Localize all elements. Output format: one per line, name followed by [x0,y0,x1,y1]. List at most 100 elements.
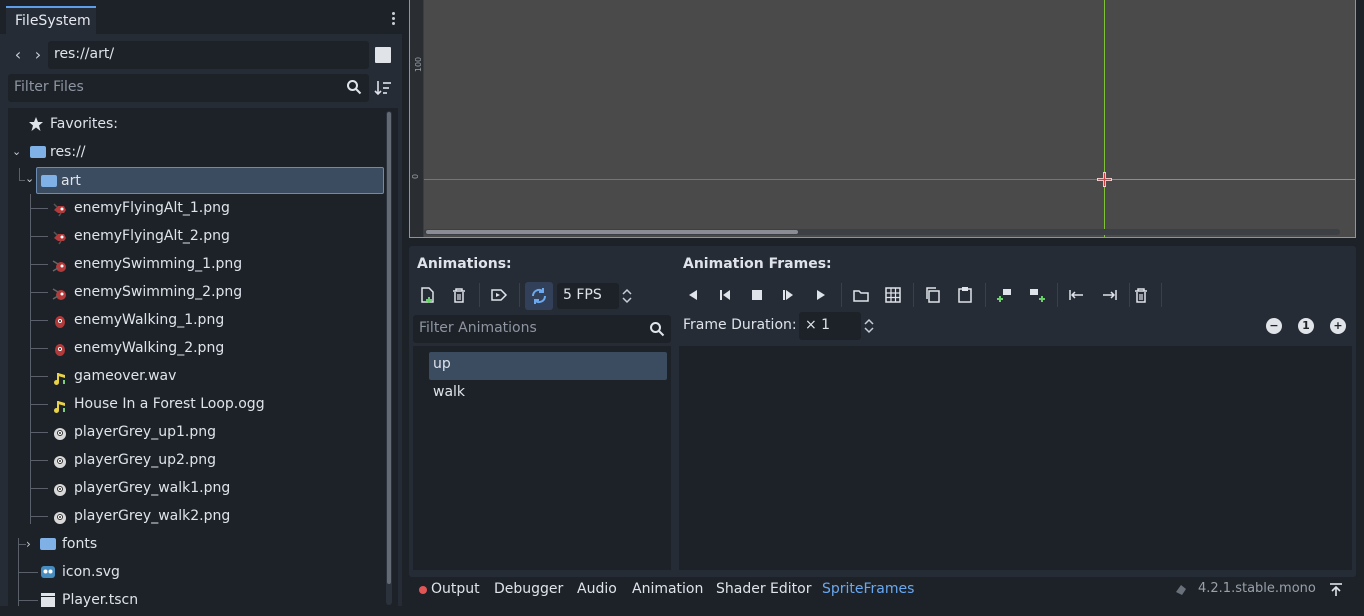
insert-after-icon [1030,289,1045,302]
viewport-h-scrollbar-thumb[interactable] [426,230,798,234]
audio-icon [52,368,68,385]
tab-filesystem[interactable]: FileSystem [6,6,96,34]
new-file-icon [421,287,434,303]
nav-back-icon[interactable]: ‹ [10,44,26,66]
trash-icon [1135,288,1147,303]
folder-icon [40,538,56,550]
frames-list[interactable] [679,346,1352,570]
tree-file-item[interactable]: enemyFlyingAlt_2.png [52,222,382,250]
path-input[interactable]: res://art/ [48,41,369,69]
tree-label: gameover.wav [74,368,177,384]
tree-file-item[interactable]: playerGrey_up2.png [52,446,382,474]
canvas-viewport[interactable] [409,0,1356,238]
zoom-in-button[interactable]: + [1330,318,1346,334]
nav-forward-icon[interactable]: › [30,44,46,66]
tree-file-item[interactable]: House In a Forest Loop.ogg [52,390,382,418]
output-error-dot [419,586,427,594]
delete-frame-button[interactable] [1130,284,1152,306]
tab-debugger[interactable]: Debugger [494,581,563,597]
zoom-reset-button[interactable]: 1 [1298,318,1314,334]
clapperboard-icon [41,593,55,607]
split-view-toggle-icon[interactable] [375,47,391,63]
filter-animations-input[interactable]: Filter Animations [413,315,671,343]
play-backwards-icon [689,290,697,300]
zoom-out-button[interactable]: − [1266,318,1282,334]
load-frames-button[interactable] [850,284,872,306]
play-start-icon [783,290,793,300]
loop-icon [531,288,547,304]
insert-frame-after-button[interactable] [1026,284,1048,306]
tree-scrollbar-thumb[interactable] [387,112,391,584]
tree-file-item[interactable]: playerGrey_up1.png [52,418,382,446]
tree-file-player-scene[interactable]: Player.tscn [40,586,380,614]
play-backwards-button[interactable] [682,284,704,306]
tab-output[interactable]: Output [431,581,480,597]
version-label: 4.2.1.stable.mono [1198,581,1316,596]
tree-label: icon.svg [62,564,120,580]
update-spinner-icon[interactable] [1174,583,1188,597]
insert-frame-before-button[interactable] [994,284,1016,306]
copy-frame-button[interactable] [922,284,944,306]
tree-file-item[interactable]: gameover.wav [52,362,382,390]
expand-panel-icon[interactable] [1328,582,1344,598]
tree-file-icon-svg[interactable]: icon.svg [40,558,380,586]
load-spritesheet-button[interactable] [882,284,904,306]
tree-file-item[interactable]: enemyWalking_1.png [52,306,382,334]
spin-arrows-icon[interactable] [863,317,875,335]
stop-icon [752,290,762,300]
x-axis-line-right [1105,179,1355,180]
tree-label: enemyWalking_2.png [74,340,225,356]
star-icon [29,117,43,131]
autoplay-button[interactable] [488,284,510,306]
play-start-backwards-icon [720,290,730,300]
animation-frames-title: Animation Frames: [683,256,832,272]
x-axis-line [424,179,1104,180]
tree-label: playerGrey_up1.png [74,424,216,440]
player-icon [52,452,68,468]
animation-item-walk[interactable]: walk [429,380,667,408]
loop-button[interactable] [525,282,553,310]
enemy-swim-icon [52,284,68,300]
tree-file-item[interactable]: playerGrey_walk2.png [52,502,382,530]
move-left-icon [1069,290,1083,300]
frame-duration-label: Frame Duration: [683,317,797,333]
tree-file-item[interactable]: enemyWalking_2.png [52,334,382,362]
tree-file-item[interactable]: enemySwimming_2.png [52,278,382,306]
filter-files-input[interactable]: Filter Files [8,74,369,102]
play-button[interactable] [810,284,832,306]
paste-frame-button[interactable] [954,284,976,306]
folder-icon [41,175,57,187]
tab-shader-editor[interactable]: Shader Editor [716,581,811,597]
tree-folder-res[interactable]: ⌄ res:// [12,138,372,166]
tree-file-item[interactable]: enemySwimming_1.png [52,250,382,278]
autoplay-icon [491,289,508,301]
fps-field[interactable]: 5 FPS [557,283,619,309]
tab-spriteframes[interactable]: SpriteFrames [822,581,914,597]
tree-file-item[interactable]: enemyFlyingAlt_1.png [52,194,382,222]
tree-favorites[interactable]: Favorites: [28,110,378,138]
sort-icon[interactable] [374,79,392,97]
chevron-down-icon[interactable]: ⌄ [12,144,28,160]
tab-audio[interactable]: Audio [577,581,617,597]
move-frame-left-button[interactable] [1066,284,1088,306]
tree-label: fonts [62,536,98,552]
play-from-start-button[interactable] [778,284,800,306]
delete-animation-button[interactable] [448,284,470,306]
animation-item-up[interactable]: up [429,352,667,380]
dock-menu-icon[interactable] [386,10,400,30]
tree-file-item[interactable]: playerGrey_walk1.png [52,474,382,502]
tab-animation[interactable]: Animation [632,581,703,597]
stop-button[interactable] [746,284,768,306]
tree-label: playerGrey_up2.png [74,452,216,468]
animations-title: Animations: [417,256,512,272]
insert-before-icon [997,289,1011,302]
tree-folder-fonts[interactable]: › fonts [24,530,374,558]
spin-arrows-icon[interactable] [621,287,633,305]
add-animation-button[interactable] [416,284,438,306]
trash-icon [453,288,465,303]
chevron-down-icon[interactable]: ⌄ [25,172,34,185]
move-frame-right-button[interactable] [1098,284,1120,306]
frame-duration-field[interactable]: × 1 [799,312,861,340]
tree-folder-art[interactable]: art [36,167,384,194]
play-backwards-from-end-button[interactable] [714,284,736,306]
